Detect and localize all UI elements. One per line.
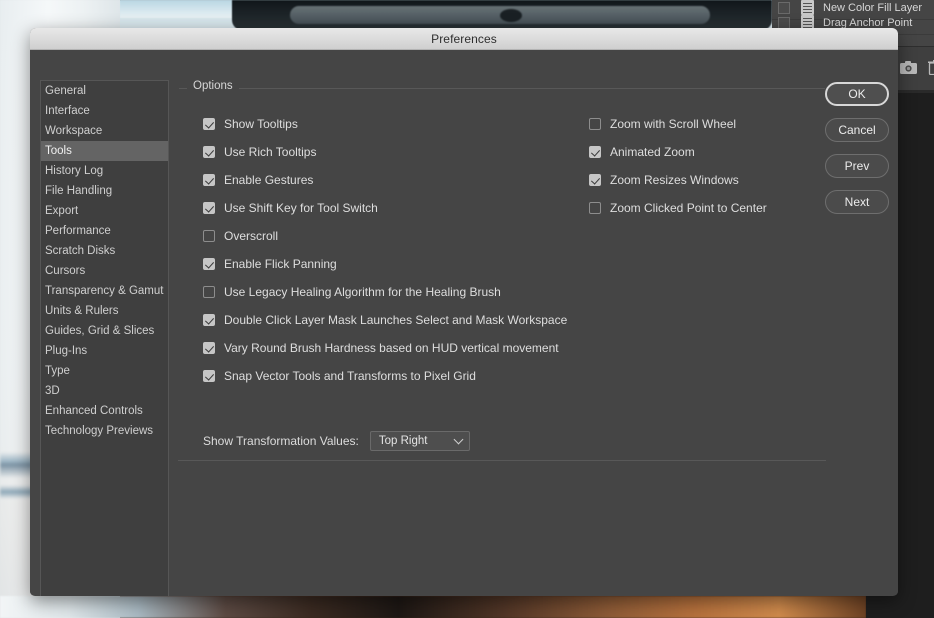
section-divider [178, 460, 826, 461]
show-transformation-values-select[interactable]: Top Right [369, 431, 470, 451]
canvas-photo-bottom [0, 596, 866, 618]
cancel-button[interactable]: Cancel [825, 118, 889, 142]
option-label: Snap Vector Tools and Transforms to Pixe… [224, 369, 476, 383]
preferences-dialog: Preferences General Interface Workspace … [30, 28, 898, 596]
sidebar-item-tools[interactable]: Tools [41, 141, 168, 161]
option-zoom-resizes-windows[interactable]: Zoom Resizes Windows [589, 166, 819, 194]
option-label: Zoom Resizes Windows [610, 173, 739, 187]
dialog-buttons: OK Cancel Prev Next [825, 82, 889, 226]
show-transformation-values-label: Show Transformation Values: [203, 434, 359, 448]
history-item-label: Drag Anchor Point [823, 16, 913, 29]
double-click-layer-mask-checkbox[interactable] [203, 314, 215, 326]
dialog-body: General Interface Workspace Tools Histor… [30, 50, 898, 596]
options-right-column: Zoom with Scroll Wheel Animated Zoom Zoo… [589, 110, 819, 222]
option-label: Overscroll [224, 229, 279, 243]
show-tooltips-checkbox[interactable] [203, 118, 215, 130]
options-left-column: Show Tooltips Use Rich Tooltips Enable G… [203, 110, 583, 390]
sidebar-item-performance[interactable]: Performance [41, 221, 168, 241]
option-label: Zoom with Scroll Wheel [610, 117, 737, 131]
zoom-with-scroll-wheel-checkbox[interactable] [589, 118, 601, 130]
sidebar-item-interface[interactable]: Interface [41, 101, 168, 121]
sidebar-item-technology-previews[interactable]: Technology Previews [41, 421, 168, 441]
select-value: Top Right [378, 435, 428, 447]
option-vary-round-brush-hardness[interactable]: Vary Round Brush Hardness based on HUD v… [203, 334, 583, 362]
option-label: Use Legacy Healing Algorithm for the Hea… [224, 285, 501, 299]
option-use-legacy-healing-algorithm[interactable]: Use Legacy Healing Algorithm for the Hea… [203, 278, 583, 306]
option-double-click-layer-mask[interactable]: Double Click Layer Mask Launches Select … [203, 306, 583, 334]
option-label: Show Tooltips [224, 117, 298, 131]
sidebar-item-plug-ins[interactable]: Plug-Ins [41, 341, 168, 361]
sidebar-item-enhanced-controls[interactable]: Enhanced Controls [41, 401, 168, 421]
prev-button[interactable]: Prev [825, 154, 889, 178]
snap-vector-tools-checkbox[interactable] [203, 370, 215, 382]
option-zoom-clicked-point-to-center[interactable]: Zoom Clicked Point to Center [589, 194, 819, 222]
options-group-legend: Options [187, 80, 239, 92]
option-label: Use Shift Key for Tool Switch [224, 201, 378, 215]
use-legacy-healing-checkbox[interactable] [203, 286, 215, 298]
sidebar-item-units-rulers[interactable]: Units & Rulers [41, 301, 168, 321]
zoom-resizes-windows-checkbox[interactable] [589, 174, 601, 186]
sidebar-item-3d[interactable]: 3D [41, 381, 168, 401]
option-use-shift-key-for-tool-switch[interactable]: Use Shift Key for Tool Switch [203, 194, 583, 222]
option-label: Zoom Clicked Point to Center [610, 201, 767, 215]
option-zoom-with-scroll-wheel[interactable]: Zoom with Scroll Wheel [589, 110, 819, 138]
sidebar-item-general[interactable]: General [41, 81, 168, 101]
sidebar-item-file-handling[interactable]: File Handling [41, 181, 168, 201]
canvas-photo-subject-dot [500, 9, 522, 22]
use-shift-key-checkbox[interactable] [203, 202, 215, 214]
use-rich-tooltips-checkbox[interactable] [203, 146, 215, 158]
enable-flick-panning-checkbox[interactable] [203, 258, 215, 270]
sidebar-item-workspace[interactable]: Workspace [41, 121, 168, 141]
option-label: Enable Gestures [224, 173, 314, 187]
options-group: Options Show Tooltips Use Rich Tooltips … [179, 80, 825, 440]
option-animated-zoom[interactable]: Animated Zoom [589, 138, 819, 166]
dialog-title: Preferences [431, 31, 497, 46]
zoom-clicked-point-to-center-checkbox[interactable] [589, 202, 601, 214]
option-label: Enable Flick Panning [224, 257, 337, 271]
vary-round-brush-hardness-checkbox[interactable] [203, 342, 215, 354]
next-button[interactable]: Next [825, 190, 889, 214]
animated-zoom-checkbox[interactable] [589, 146, 601, 158]
dialog-titlebar[interactable]: Preferences [30, 28, 898, 50]
sidebar-item-scratch-disks[interactable]: Scratch Disks [41, 241, 168, 261]
option-show-tooltips[interactable]: Show Tooltips [203, 110, 583, 138]
enable-gestures-checkbox[interactable] [203, 174, 215, 186]
option-label: Use Rich Tooltips [224, 145, 317, 159]
sidebar-item-guides-grid-slices[interactable]: Guides, Grid & Slices [41, 321, 168, 341]
sidebar-item-cursors[interactable]: Cursors [41, 261, 168, 281]
option-label: Animated Zoom [610, 145, 695, 159]
ok-button[interactable]: OK [825, 82, 889, 106]
option-label: Double Click Layer Mask Launches Select … [224, 313, 568, 327]
chevron-down-icon [453, 434, 464, 445]
show-transformation-values-row: Show Transformation Values: Top Right [203, 431, 470, 451]
option-label: Vary Round Brush Hardness based on HUD v… [224, 341, 559, 355]
option-overscroll[interactable]: Overscroll [203, 222, 583, 250]
trash-icon[interactable] [928, 60, 934, 75]
sidebar-item-history-log[interactable]: History Log [41, 161, 168, 181]
history-item-checkbox[interactable] [778, 16, 790, 29]
option-use-rich-tooltips[interactable]: Use Rich Tooltips [203, 138, 583, 166]
option-enable-gestures[interactable]: Enable Gestures [203, 166, 583, 194]
overscroll-checkbox[interactable] [203, 230, 215, 242]
option-snap-vector-tools[interactable]: Snap Vector Tools and Transforms to Pixe… [203, 362, 583, 390]
sidebar-item-export[interactable]: Export [41, 201, 168, 221]
preferences-category-list[interactable]: General Interface Workspace Tools Histor… [40, 80, 169, 596]
camera-icon[interactable] [900, 61, 917, 74]
sidebar-item-transparency-gamut[interactable]: Transparency & Gamut [41, 281, 168, 301]
option-enable-flick-panning[interactable]: Enable Flick Panning [203, 250, 583, 278]
sidebar-item-type[interactable]: Type [41, 361, 168, 381]
